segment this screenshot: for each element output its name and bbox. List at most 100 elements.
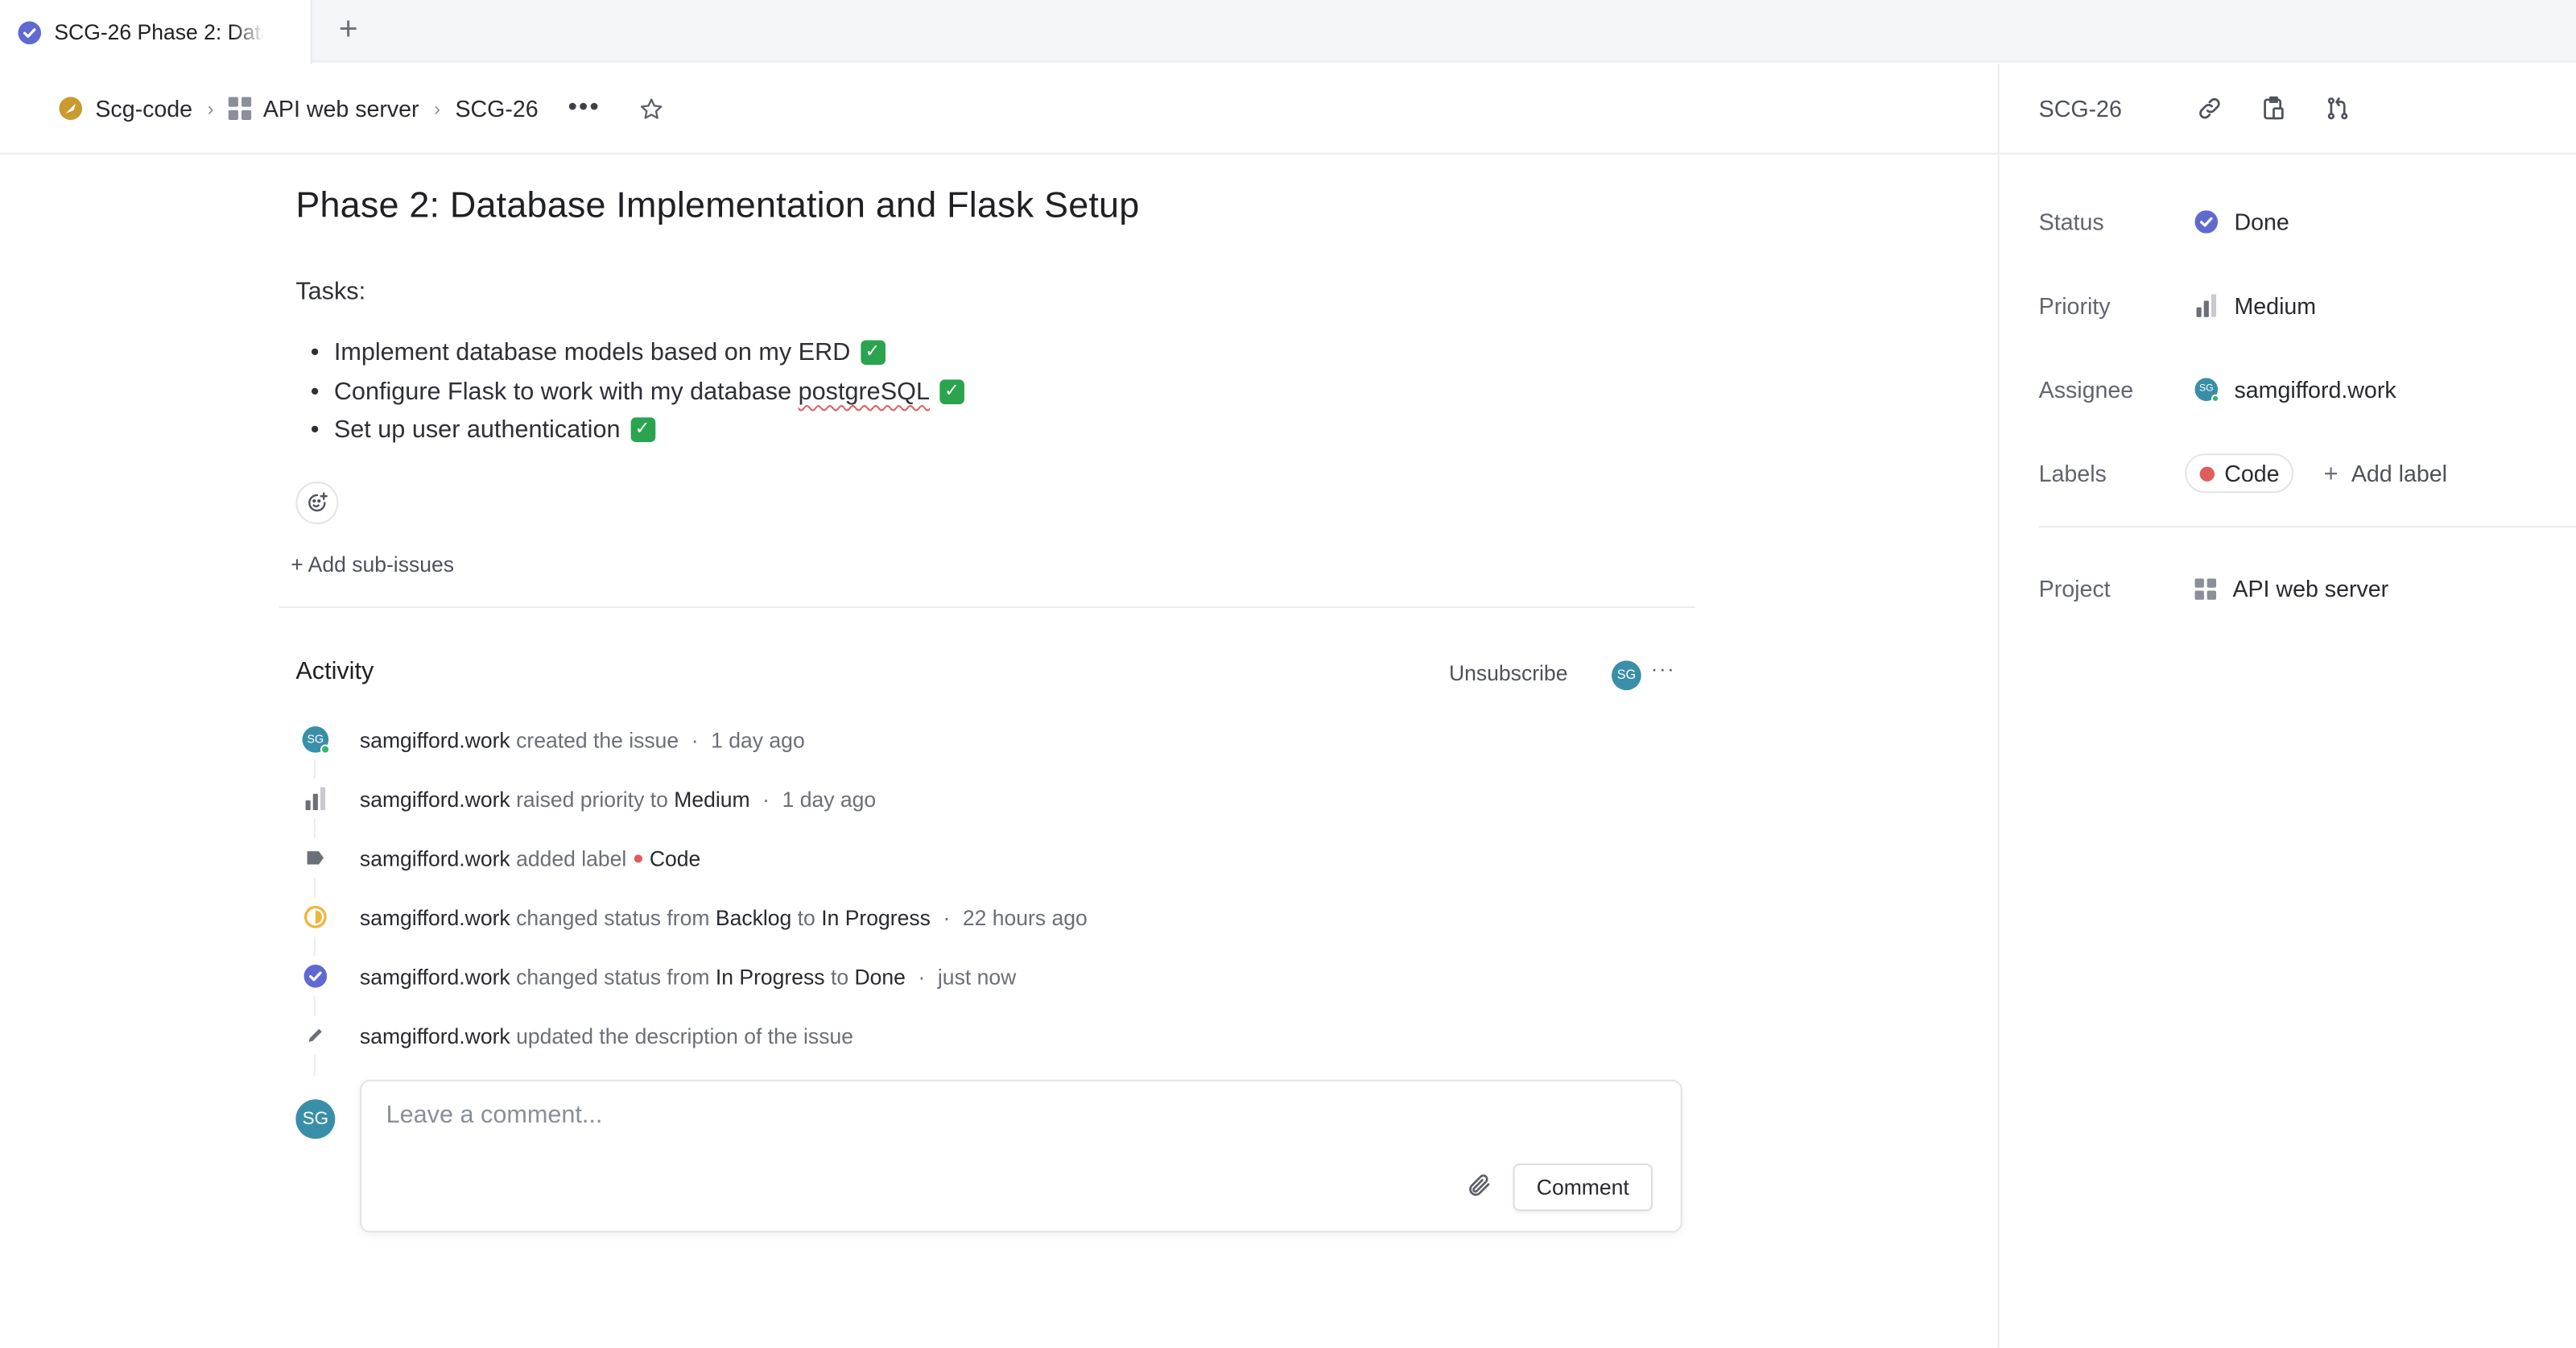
done-status-icon	[18, 20, 42, 44]
done-status-icon	[2194, 210, 2219, 234]
task-text: Configure Flask to work with my database	[333, 377, 799, 406]
status-label: Status	[2038, 209, 2104, 235]
check-mark-icon: ✓	[860, 340, 886, 366]
event-action: to	[830, 963, 849, 989]
event-action: raised priority to	[516, 786, 668, 812]
event-action: changed status from	[516, 904, 710, 930]
status-select[interactable]: Done	[2194, 209, 2289, 235]
more-options-icon[interactable]: ···	[1651, 657, 1676, 680]
assignee-select[interactable]: SG samgifford.work	[2194, 376, 2396, 403]
list-item: Implement database models based on my ER…	[311, 333, 964, 372]
tab-title: SCG-26 Phase 2: Database Implementation …	[54, 19, 264, 45]
event-time: 22 hours ago	[962, 904, 1088, 930]
comment-input[interactable]	[386, 1101, 1373, 1130]
project-grid-icon	[228, 97, 252, 120]
details-divider	[2038, 526, 2576, 528]
project-select[interactable]: API web server	[2194, 575, 2389, 602]
done-status-icon	[295, 956, 336, 996]
add-label-button[interactable]: + Add label	[2324, 459, 2447, 487]
event-text: samgifford.work added label Code	[360, 846, 700, 870]
event-value: In Progress	[715, 963, 825, 989]
add-label-text: Add label	[2351, 460, 2448, 487]
project-name: API web server	[262, 95, 419, 122]
activity-event: samgifford.work raised priority to Mediu…	[295, 779, 877, 819]
plus-icon: +	[2323, 459, 2339, 488]
breadcrumb-team[interactable]: Scg-code	[57, 95, 192, 122]
tab-bar: SCG-26 Phase 2: Database Implementation …	[0, 0, 2576, 64]
breadcrumb-project[interactable]: API web server	[228, 95, 419, 122]
tag-icon	[295, 837, 336, 878]
event-time: just now	[937, 963, 1017, 989]
label-chip-code[interactable]: Code	[2185, 453, 2294, 494]
actor-name[interactable]: samgifford.work	[360, 846, 510, 870]
misspelled-word: postgreSQL	[798, 377, 930, 406]
labels-row: Labels Code + Add label	[2038, 453, 2447, 494]
paperclip-icon[interactable]	[1465, 1172, 1492, 1201]
list-item: Set up user authentication ✓	[311, 411, 964, 449]
pencil-icon	[295, 1015, 336, 1056]
details-header: SCG-26	[1999, 64, 2576, 155]
avatar: SG	[302, 726, 331, 755]
label-color-dot	[634, 854, 643, 862]
unsubscribe-button[interactable]: Unsubscribe	[1449, 660, 1567, 685]
link-icon[interactable]	[2193, 92, 2226, 125]
comment-button[interactable]: Comment	[1513, 1163, 1653, 1212]
label-chip-text: Code	[2224, 460, 2280, 487]
app-window: SCG-26 Phase 2: Database Implementation …	[0, 0, 2576, 1348]
event-text: samgifford.work changed status from Back…	[359, 904, 1088, 930]
avatar: SG	[2194, 378, 2220, 403]
section-divider	[279, 606, 1696, 609]
event-text: samgifford.work changed status from In P…	[359, 963, 1017, 989]
add-sub-issues-button[interactable]: + Add sub-issues	[291, 552, 454, 577]
online-indicator	[320, 744, 331, 755]
activity-event: samgifford.work changed status from In P…	[295, 956, 1017, 996]
project-value: API web server	[2232, 575, 2389, 602]
chevron-right-icon: ›	[433, 97, 441, 120]
event-time: 1 day ago	[782, 786, 877, 812]
event-action: created the issue	[516, 727, 679, 752]
actor-name[interactable]: samgifford.work	[360, 787, 510, 812]
actor-name[interactable]: samgifford.work	[360, 964, 510, 989]
activity-event: samgifford.work changed status from Back…	[295, 897, 1088, 937]
actor-name[interactable]: samgifford.work	[360, 904, 510, 929]
issue-title[interactable]: Phase 2: Database Implementation and Fla…	[295, 184, 1139, 227]
more-options-icon[interactable]: •••	[568, 93, 600, 123]
event-action: to	[797, 904, 815, 930]
activity-event: samgifford.work added label Code	[295, 837, 700, 878]
subscriber-avatar[interactable]: SG	[1612, 660, 1641, 690]
actor-name[interactable]: samgifford.work	[360, 727, 510, 752]
activity-event: SG samgifford.work created the issue · 1…	[295, 719, 805, 759]
copy-id-icon[interactable]	[2257, 92, 2290, 125]
actor-name[interactable]: samgifford.work	[360, 1023, 510, 1048]
issue-id: SCG-26	[455, 95, 539, 122]
in-progress-status-icon	[295, 897, 336, 937]
event-text: samgifford.work updated the description …	[360, 1023, 853, 1048]
task-text: Set up user authentication	[333, 416, 621, 445]
priority-label: Priority	[2038, 292, 2111, 319]
team-name: Scg-code	[95, 95, 193, 122]
assignee-row: Assignee SG samgifford.work	[2039, 370, 2396, 409]
project-row: Project API web server	[2039, 569, 2389, 608]
star-icon[interactable]	[640, 96, 665, 121]
event-value: In Progress	[821, 904, 931, 930]
online-indicator	[2211, 394, 2220, 403]
git-branch-icon[interactable]	[2322, 92, 2355, 125]
event-action: added label	[516, 845, 627, 870]
add-reaction-icon[interactable]	[295, 481, 339, 525]
priority-select[interactable]: Medium	[2195, 292, 2317, 319]
check-mark-icon: ✓	[939, 378, 964, 404]
priority-bars-icon	[2195, 294, 2219, 317]
assignee-label: Assignee	[2038, 376, 2134, 403]
priority-value: Medium	[2234, 292, 2317, 319]
assignee-value: samgifford.work	[2234, 376, 2396, 403]
labels-label: Labels	[2038, 460, 2107, 487]
event-value: Code	[649, 845, 701, 870]
breadcrumb-issue[interactable]: SCG-26	[455, 95, 538, 122]
plus-icon[interactable]: +	[332, 13, 365, 48]
chevron-right-icon: ›	[207, 97, 214, 120]
tab-issue[interactable]: SCG-26 Phase 2: Database Implementation …	[0, 0, 312, 64]
status-row: Status Done	[2039, 202, 2289, 242]
task-list: Implement database models based on my ER…	[311, 333, 964, 449]
priority-row: Priority Medium	[2039, 286, 2316, 325]
tasks-heading: Tasks:	[295, 277, 366, 306]
